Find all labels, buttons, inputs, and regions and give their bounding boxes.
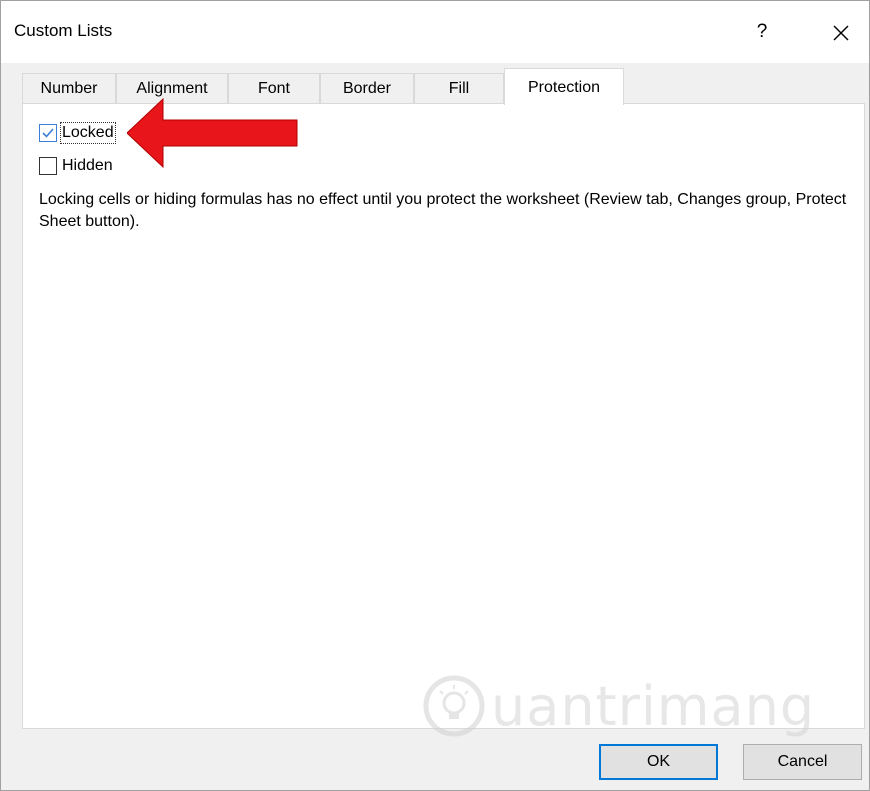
cancel-button[interactable]: Cancel — [743, 744, 862, 780]
tab-fill[interactable]: Fill — [414, 73, 504, 104]
checkmark-icon — [42, 128, 54, 138]
locked-option[interactable]: Locked — [39, 122, 116, 144]
locked-label: Locked — [60, 122, 116, 144]
ok-button[interactable]: OK — [599, 744, 718, 780]
title-bar: Custom Lists ? — [1, 1, 869, 63]
watermark-text: uantrimang — [491, 674, 816, 738]
hidden-label: Hidden — [62, 157, 113, 174]
dialog-title: Custom Lists — [14, 21, 113, 40]
tab-border[interactable]: Border — [320, 73, 414, 104]
tab-number[interactable]: Number — [22, 73, 116, 104]
red-arrow-annotation-icon — [127, 97, 298, 169]
protection-panel: Locked Hidden Locking cells or hiding fo… — [22, 103, 865, 729]
tab-protection[interactable]: Protection — [504, 68, 624, 105]
bulb-logo-icon — [423, 675, 485, 737]
hidden-option[interactable]: Hidden — [39, 155, 113, 177]
close-icon — [833, 25, 849, 41]
format-cells-dialog: Custom Lists ? Number Alignment Font Bor… — [0, 0, 870, 791]
hidden-checkbox[interactable] — [39, 157, 57, 175]
close-button[interactable] — [823, 17, 859, 49]
locked-checkbox[interactable] — [39, 124, 57, 142]
help-button[interactable]: ? — [749, 17, 775, 47]
protection-description: Locking cells or hiding formulas has no … — [39, 191, 847, 230]
watermark: uantrimang — [421, 673, 815, 739]
